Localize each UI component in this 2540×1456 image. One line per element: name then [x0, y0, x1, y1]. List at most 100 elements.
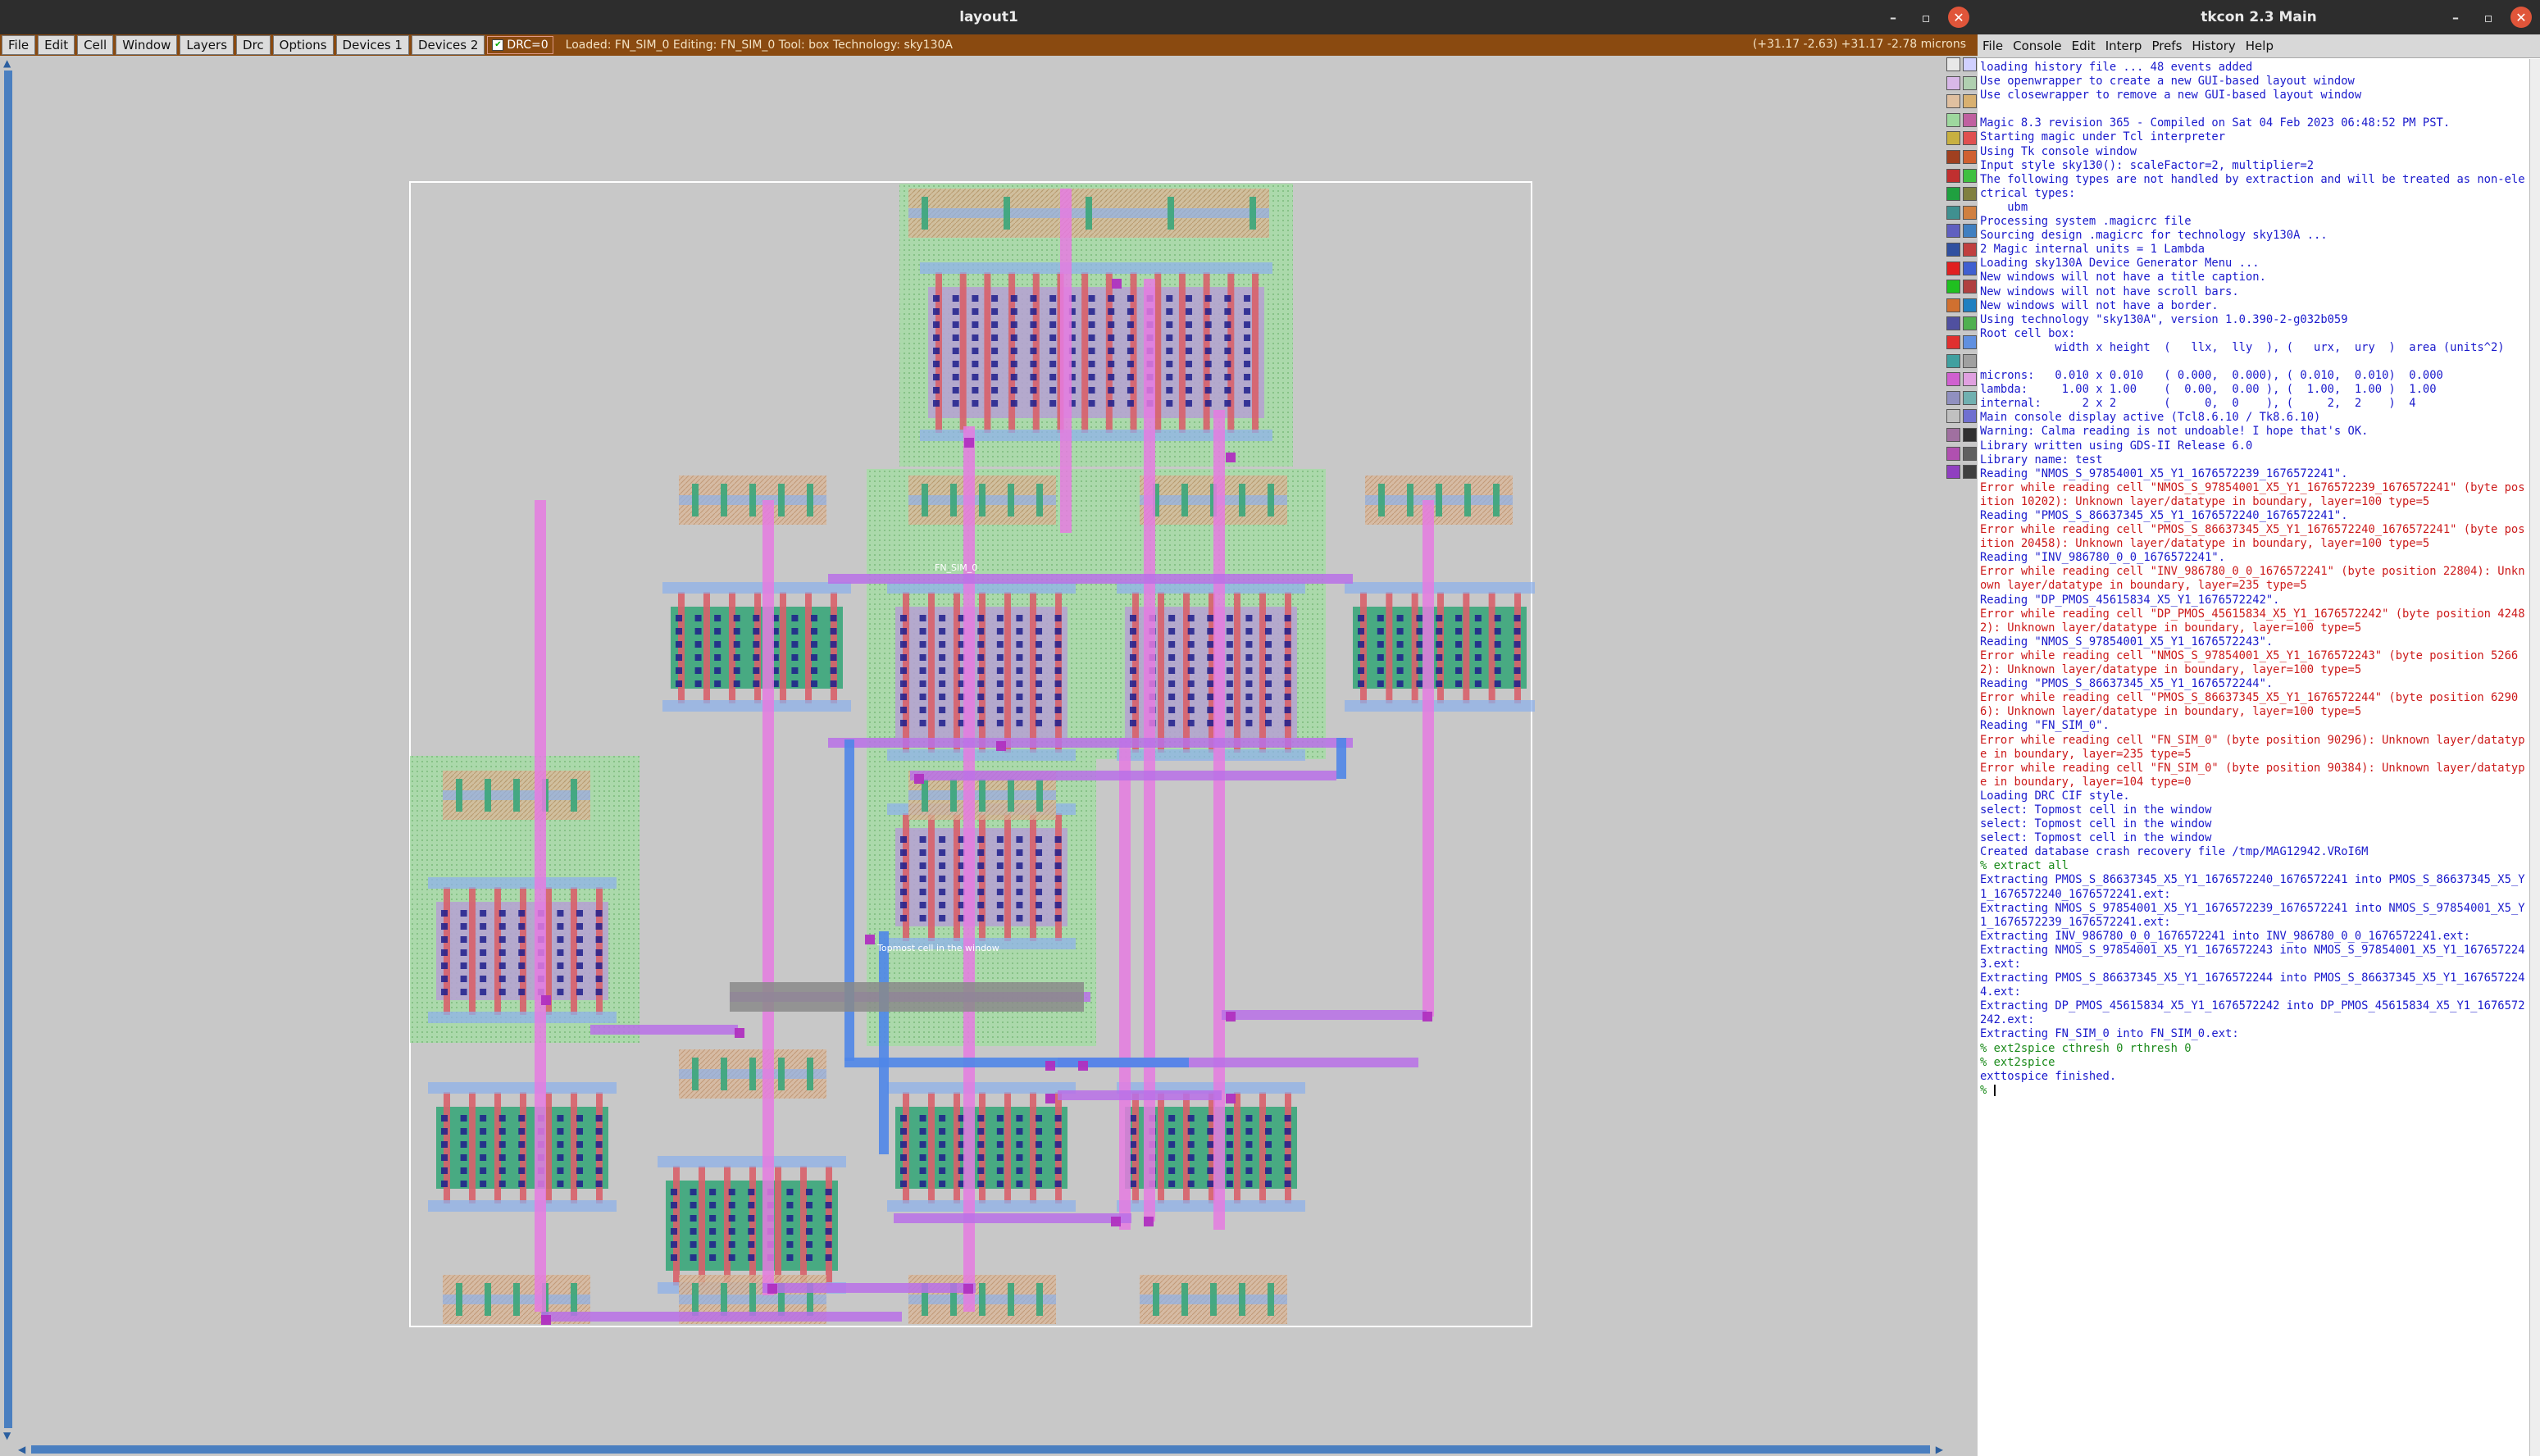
layout-canvas[interactable]: FN_SIM_0 Topmost cell in the window [16, 56, 1940, 1441]
console-menu-console[interactable]: Console [2013, 39, 2062, 53]
contact [1166, 334, 1173, 341]
layer-swatch[interactable] [1963, 75, 1977, 90]
layer-swatch[interactable] [1946, 446, 1960, 461]
horizontal-scroll-thumb[interactable] [31, 1445, 1930, 1454]
menu-window[interactable]: Window [116, 35, 178, 55]
layer-swatch[interactable] [1963, 465, 1977, 480]
layer-swatch[interactable] [1963, 57, 1977, 71]
contact [676, 654, 682, 661]
layer-swatch[interactable] [1946, 280, 1960, 294]
console-menu-interp[interactable]: Interp [2105, 39, 2142, 53]
layer-swatch[interactable] [1946, 112, 1960, 127]
menu-drc[interactable]: Drc [236, 35, 271, 55]
arrow-up-icon[interactable]: ▲ [3, 57, 11, 69]
layer-swatch[interactable] [1963, 261, 1977, 275]
console-output[interactable]: loading history file ... 48 events added… [1980, 61, 2529, 1456]
contact [441, 1141, 448, 1148]
layer-swatch[interactable] [1963, 243, 1977, 257]
layer-swatch[interactable] [1963, 372, 1977, 387]
layer-swatch[interactable] [1946, 372, 1960, 387]
menu-devices-1[interactable]: Devices 1 [335, 35, 409, 55]
layer-swatch[interactable] [1946, 94, 1960, 109]
layer-palette[interactable] [1945, 56, 1978, 908]
close-icon[interactable]: ✕ [1948, 7, 1969, 28]
console-menu-file[interactable]: File [1982, 39, 2003, 53]
layer-swatch[interactable] [1963, 409, 1977, 424]
contact [791, 680, 799, 687]
vertical-scrollbar[interactable]: ▲ ▼ [0, 56, 16, 1443]
contact [1049, 321, 1057, 328]
layer-swatch[interactable] [1946, 131, 1960, 146]
layer-swatch[interactable] [1946, 205, 1960, 220]
contact [1108, 295, 1115, 302]
layer-swatch[interactable] [1946, 168, 1960, 183]
layer-swatch[interactable] [1963, 446, 1977, 461]
console-scrollbar[interactable] [2529, 59, 2540, 1456]
layer-swatch[interactable] [1946, 335, 1960, 349]
layer-swatch[interactable] [1946, 465, 1960, 480]
poly-finger [673, 1166, 680, 1285]
contact [991, 387, 999, 394]
maximize-icon[interactable]: ▫ [2478, 7, 2499, 28]
console-menu-history[interactable]: History [2192, 39, 2235, 53]
layer-swatch[interactable] [1963, 335, 1977, 349]
layer-swatch[interactable] [1963, 298, 1977, 312]
console-menu-help[interactable]: Help [2246, 39, 2274, 53]
layer-swatch[interactable] [1963, 428, 1977, 442]
contact [518, 936, 526, 943]
contact [1036, 720, 1042, 726]
arrow-right-icon[interactable]: ▶ [1936, 1444, 1943, 1455]
layer-swatch[interactable] [1963, 131, 1977, 146]
layer-swatch[interactable] [1946, 390, 1960, 405]
layer-swatch[interactable] [1946, 353, 1960, 368]
layer-swatch[interactable] [1946, 75, 1960, 90]
layer-swatch[interactable] [1963, 168, 1977, 183]
layer-swatch[interactable] [1963, 187, 1977, 202]
layer-swatch[interactable] [1946, 57, 1960, 71]
minimize-icon[interactable]: – [2445, 7, 2466, 28]
layer-swatch[interactable] [1946, 409, 1960, 424]
drc-toggle[interactable]: ✔ DRC=0 [487, 36, 553, 54]
menu-layers[interactable]: Layers [180, 35, 234, 55]
arrow-down-icon[interactable]: ▼ [3, 1430, 11, 1441]
close-icon[interactable]: ✕ [2510, 7, 2532, 28]
layer-swatch[interactable] [1946, 298, 1960, 312]
menu-edit[interactable]: Edit [38, 35, 75, 55]
layer-swatch[interactable] [1963, 353, 1977, 368]
contact [1010, 374, 1017, 380]
contact [1245, 1115, 1253, 1122]
layer-swatch[interactable] [1963, 205, 1977, 220]
layer-swatch[interactable] [1963, 316, 1977, 331]
contact [728, 1202, 735, 1208]
minimize-icon[interactable]: – [1882, 7, 1904, 28]
arrow-left-icon[interactable]: ◀ [18, 1444, 25, 1455]
layer-swatch[interactable] [1963, 150, 1977, 164]
layer-swatch[interactable] [1946, 316, 1960, 331]
contact [1036, 707, 1042, 713]
layer-swatch[interactable] [1946, 261, 1960, 275]
poly-finger [1081, 272, 1089, 433]
maximize-icon[interactable]: ▫ [1915, 7, 1937, 28]
layer-swatch[interactable] [1963, 224, 1977, 239]
menu-options[interactable]: Options [272, 35, 334, 55]
tap-contact [571, 1283, 577, 1316]
contact [1244, 334, 1251, 341]
console-menu-prefs[interactable]: Prefs [2151, 39, 2182, 53]
cell-label: FN_SIM_0 [935, 562, 977, 573]
console-menu-edit[interactable]: Edit [2072, 39, 2096, 53]
layer-swatch[interactable] [1963, 280, 1977, 294]
vertical-scroll-thumb[interactable] [4, 71, 12, 1428]
menu-file[interactable]: File [2, 35, 36, 55]
layer-swatch[interactable] [1963, 94, 1977, 109]
layer-swatch[interactable] [1963, 112, 1977, 127]
layer-swatch[interactable] [1946, 187, 1960, 202]
horizontal-scrollbar[interactable]: ◀ ▶ [16, 1443, 1945, 1456]
layer-swatch[interactable] [1946, 150, 1960, 164]
menu-cell[interactable]: Cell [77, 35, 114, 55]
layer-swatch[interactable] [1946, 224, 1960, 239]
layer-swatch[interactable] [1946, 428, 1960, 442]
contact [952, 387, 959, 394]
layer-swatch[interactable] [1963, 390, 1977, 405]
menu-devices-2[interactable]: Devices 2 [411, 35, 485, 55]
layer-swatch[interactable] [1946, 243, 1960, 257]
